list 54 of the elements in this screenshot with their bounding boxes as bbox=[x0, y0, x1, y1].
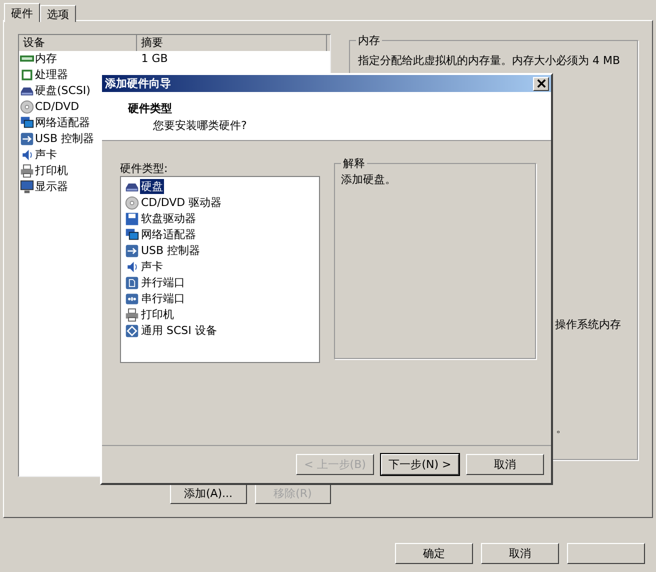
column-header[interactable]: 设备 bbox=[19, 35, 137, 51]
speaker-icon bbox=[20, 148, 34, 162]
hardware-item[interactable]: 网络适配器 bbox=[140, 227, 197, 242]
floppy-icon bbox=[125, 212, 139, 226]
memory-description: 指定分配给此虚拟机的内存量。内存大小必须为 4 MB bbox=[358, 53, 622, 68]
memory-text: 。 bbox=[556, 421, 567, 436]
tab[interactable]: 选项 bbox=[40, 5, 76, 22]
button[interactable] bbox=[567, 543, 645, 564]
button[interactable]: 确定 bbox=[395, 543, 473, 564]
button[interactable]: 下一步(N) > bbox=[381, 454, 459, 475]
hardware-item[interactable]: CD/DVD 驱动器 bbox=[140, 195, 223, 210]
column-header[interactable]: 摘要 bbox=[137, 35, 327, 51]
step-heading: 硬件类型 bbox=[128, 101, 173, 116]
close-button[interactable] bbox=[533, 76, 549, 90]
tab[interactable]: 硬件 bbox=[4, 3, 40, 22]
button[interactable]: 添加(A)... bbox=[170, 483, 246, 504]
device-name[interactable]: 显示器 bbox=[35, 179, 68, 195]
hardware-item[interactable]: 软盘驱动器 bbox=[140, 211, 197, 226]
close-icon bbox=[536, 79, 546, 88]
usb-icon bbox=[125, 244, 139, 258]
button[interactable]: 取消 bbox=[466, 454, 544, 475]
hardware-item[interactable]: 声卡 bbox=[140, 259, 164, 274]
hardware-item[interactable]: 打印机 bbox=[140, 307, 175, 322]
group-title: 内存 bbox=[356, 33, 382, 48]
monitor-icon bbox=[20, 180, 34, 194]
network-icon bbox=[20, 116, 34, 130]
device-icon bbox=[125, 324, 139, 338]
network-icon bbox=[125, 228, 139, 242]
hardware-item[interactable]: 通用 SCSI 设备 bbox=[140, 323, 218, 338]
hardware-item[interactable]: USB 控制器 bbox=[140, 243, 202, 258]
device-name[interactable]: 声卡 bbox=[35, 147, 57, 163]
speaker-icon bbox=[125, 260, 139, 274]
hardware-item[interactable]: 串行端口 bbox=[140, 291, 186, 306]
group-title: 解释 bbox=[341, 156, 367, 171]
device-name[interactable]: 处理器 bbox=[35, 67, 68, 83]
device-name[interactable]: 内存 bbox=[35, 51, 57, 67]
dialog-title: 添加硬件向导 bbox=[105, 76, 171, 91]
disc-icon bbox=[125, 196, 139, 210]
device-summary: 1 GB bbox=[140, 51, 169, 67]
device-name[interactable]: USB 控制器 bbox=[35, 131, 94, 147]
device-name[interactable]: 网络适配器 bbox=[35, 115, 90, 131]
list-label: 硬件类型: bbox=[120, 162, 169, 176]
device-name[interactable]: 打印机 bbox=[35, 163, 68, 179]
port-icon bbox=[125, 276, 139, 290]
hardware-item[interactable]: 硬盘 bbox=[140, 179, 164, 194]
printer-icon bbox=[125, 308, 139, 322]
step-subheading: 您要安装哪类硬件? bbox=[152, 118, 248, 133]
device-name[interactable]: 硬盘(SCSI) bbox=[35, 83, 90, 99]
hardware-item[interactable]: 并行端口 bbox=[140, 275, 186, 290]
device-name[interactable]: CD/DVD bbox=[35, 99, 80, 115]
explanation-text: 添加硬盘。 bbox=[341, 172, 397, 187]
button[interactable]: 取消 bbox=[481, 543, 559, 564]
memory-text: 操作系统内存 bbox=[555, 317, 621, 332]
port-icon bbox=[125, 292, 139, 306]
